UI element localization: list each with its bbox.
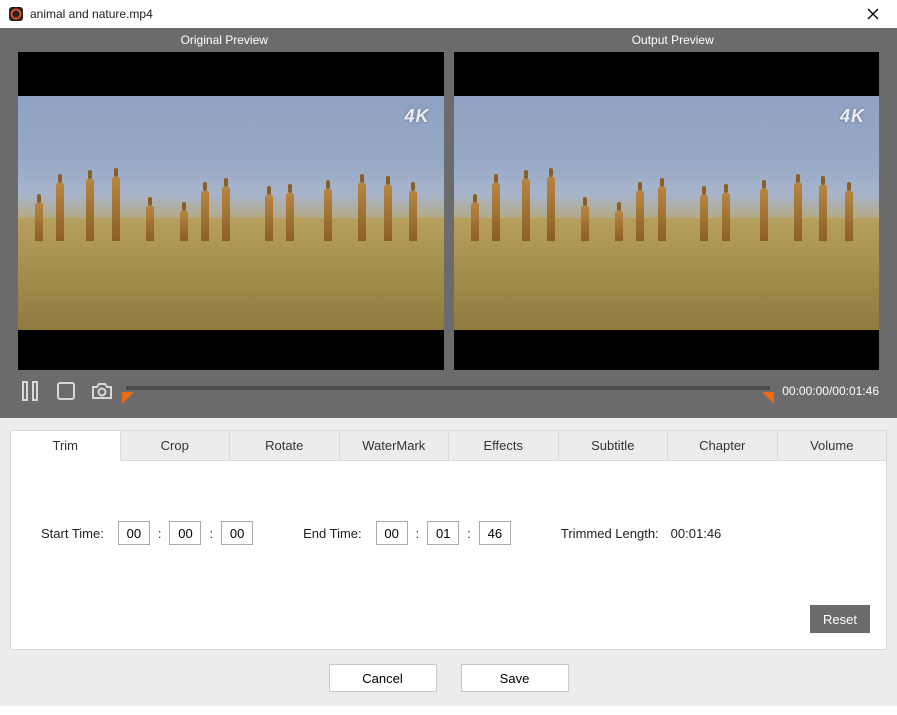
titlebar: animal and nature.mp4: [0, 0, 897, 28]
tab-subtitle[interactable]: Subtitle: [559, 431, 669, 460]
original-preview: [18, 52, 444, 370]
start-hours-input[interactable]: [118, 521, 150, 545]
start-time-group: Start Time: : :: [41, 521, 253, 545]
save-button[interactable]: Save: [461, 664, 569, 692]
tab-crop[interactable]: Crop: [121, 431, 231, 460]
end-seconds-input[interactable]: [479, 521, 511, 545]
original-preview-label: Original Preview: [0, 28, 449, 52]
timeline-track[interactable]: [126, 378, 770, 404]
end-time-label: End Time:: [303, 526, 362, 541]
reset-button[interactable]: Reset: [810, 605, 870, 633]
trimmed-length-label: Trimmed Length:: [561, 526, 659, 541]
preview-area: Original Preview Output Preview: [0, 28, 897, 418]
transport-bar: 00:00:00/00:01:46: [0, 370, 897, 412]
close-button[interactable]: [857, 0, 889, 28]
end-time-group: End Time: : :: [303, 521, 511, 545]
stop-button[interactable]: [54, 379, 78, 403]
end-minutes-input[interactable]: [427, 521, 459, 545]
cancel-button[interactable]: Cancel: [329, 664, 437, 692]
tab-volume[interactable]: Volume: [778, 431, 887, 460]
trim-panel: Start Time: : : End Time: : : Trimmed: [11, 461, 886, 649]
timecode: 00:00:00/00:01:46: [782, 384, 879, 398]
start-time-label: Start Time:: [41, 526, 104, 541]
stop-icon: [56, 381, 76, 401]
output-preview-label: Output Preview: [449, 28, 897, 52]
trimmed-length-group: Trimmed Length: 00:01:46: [561, 526, 721, 541]
tab-trim[interactable]: Trim: [11, 431, 121, 461]
video-frame: [18, 96, 444, 330]
tab-chapter[interactable]: Chapter: [668, 431, 778, 460]
trimmed-length-value: 00:01:46: [671, 526, 722, 541]
tab-effects[interactable]: Effects: [449, 431, 559, 460]
tabs: TrimCropRotateWaterMarkEffectsSubtitleCh…: [11, 431, 886, 461]
video-frame: [454, 96, 880, 330]
pause-button[interactable]: [18, 379, 42, 403]
end-hours-input[interactable]: [376, 521, 408, 545]
tab-watermark[interactable]: WaterMark: [340, 431, 450, 460]
camera-icon: [91, 381, 113, 401]
window-title: animal and nature.mp4: [30, 7, 153, 21]
editor-panel: TrimCropRotateWaterMarkEffectsSubtitleCh…: [0, 418, 897, 706]
tab-rotate[interactable]: Rotate: [230, 431, 340, 460]
trim-handle-end[interactable]: [762, 392, 774, 404]
start-minutes-input[interactable]: [169, 521, 201, 545]
start-seconds-input[interactable]: [221, 521, 253, 545]
output-preview: [454, 52, 880, 370]
snapshot-button[interactable]: [90, 379, 114, 403]
app-icon: [8, 6, 24, 22]
close-icon: [867, 8, 879, 20]
footer: Cancel Save: [10, 650, 887, 706]
pause-icon: [21, 381, 39, 401]
trim-handle-start[interactable]: [122, 392, 134, 404]
